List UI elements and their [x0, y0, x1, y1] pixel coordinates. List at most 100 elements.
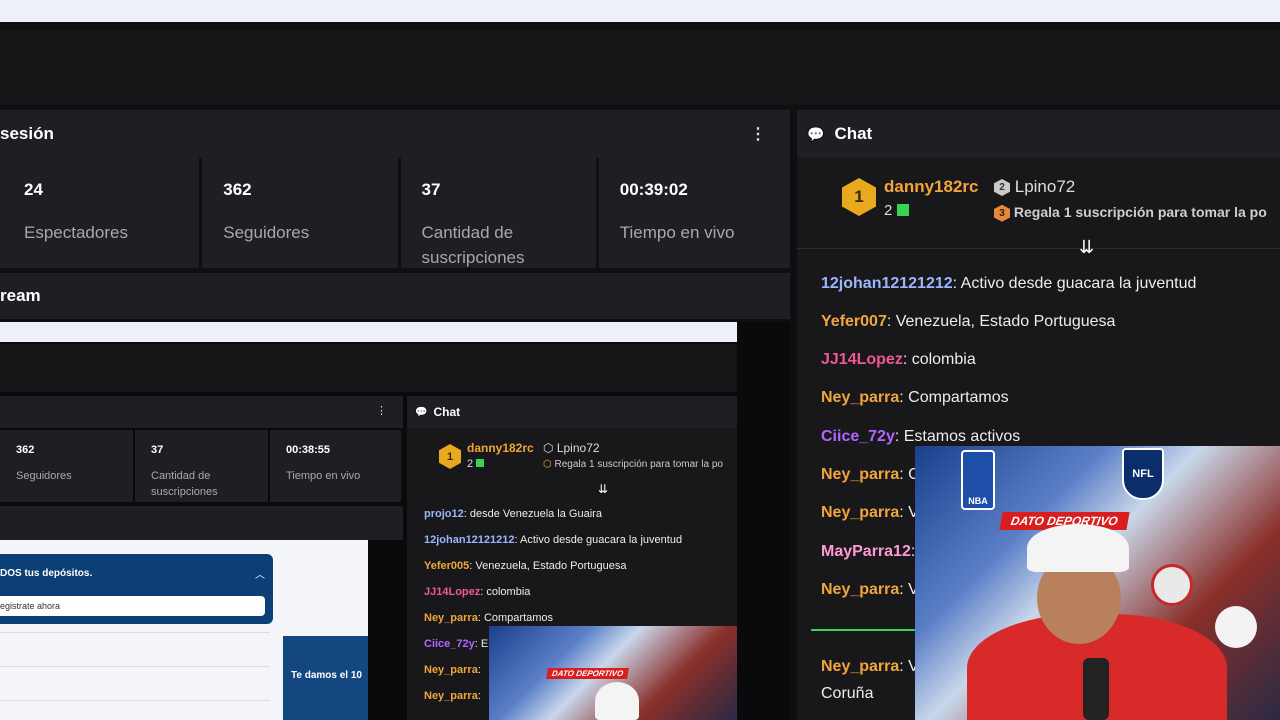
chat-username[interactable]: Ney_parra [821, 581, 899, 598]
stat-live-time: 00:39:02 Tiempo en vivo [598, 158, 791, 268]
nba-logo: NBA [961, 450, 995, 510]
chat-message: Ciice_72y: Estamos activos [821, 428, 1020, 446]
stats-row: 24 Espectadores 362 Seguidores 37 Cantid… [0, 158, 791, 268]
chat-text: : Activo desde guacara la juventud [952, 275, 1197, 292]
leader-third-text: Regala 1 suscripción para tomar la po [1013, 204, 1267, 220]
nested-leader-second: ⬡ Lpino72 [543, 441, 600, 455]
chat-bubble-icon: 💬 [415, 406, 428, 418]
session-title: sesión [0, 124, 54, 143]
stat-value: 362 [223, 180, 252, 199]
rank-3-icon: ⬡ [543, 459, 552, 470]
stat-label: Espectadores [24, 223, 128, 242]
sub-gift-icon [896, 204, 909, 216]
nested-web-input: egistrate ahora [0, 596, 265, 616]
chat-message: Ney_parra: V [821, 581, 919, 599]
chat-username[interactable]: MayParra12 [821, 543, 911, 560]
rank-1-badge-icon: 1 [439, 444, 461, 469]
rank-3-badge-icon: 3 [994, 204, 1010, 222]
nested-leader-second-name: Lpino72 [556, 441, 600, 455]
nested-web-banner-text: DOS tus depósitos. [0, 568, 93, 579]
leader-first-count-value: 2 [884, 202, 893, 219]
chat-username[interactable]: 12johan12121212 [821, 275, 953, 292]
browser-top-strip [0, 0, 1280, 22]
nested-chat-message: JJ14Lopez: colombia [424, 586, 531, 598]
nested-stream-header [0, 506, 403, 540]
webcam-feed: NBA NFL DATO DEPORTIVO [915, 446, 1280, 720]
divider [0, 632, 270, 633]
rank-2-badge-icon: 2 [994, 179, 1010, 197]
nested-stats-row: 362 Seguidores 37 Cantidad de suscripcio… [0, 430, 403, 502]
chat-username[interactable]: JJ14Lopez [821, 351, 903, 368]
nested-stat: 00:38:55 Tiempo en vivo [270, 430, 401, 502]
nested-browser-strip [0, 322, 737, 342]
stat-label: Cantidad de suscripciones [421, 223, 525, 267]
chat-username[interactable]: Ney_parra [821, 466, 899, 483]
divider [797, 248, 1280, 249]
leader-first-name[interactable]: danny182rc [884, 177, 979, 197]
chat-header: 💬 Chat [797, 110, 1280, 158]
chat-username[interactable]: Ciice_72y [821, 428, 895, 445]
session-panel-header: sesión ⋮ [0, 110, 790, 158]
leader-third: 3 Regala 1 suscripción para tomar la po [994, 204, 1267, 222]
stat-label: Tiempo en vivo [619, 223, 735, 242]
nested-web-ad: Te damos el 10 [283, 636, 368, 720]
nested-kebab-icon: ⋮ [376, 405, 387, 417]
stat-subscriptions: 37 Cantidad de suscripciones [400, 158, 596, 268]
chat-bubble-icon: 💬 [807, 125, 825, 142]
nested-stat-value: 362 [16, 444, 35, 456]
chat-text: : colombia [902, 351, 976, 368]
nested-stat-value: 00:38:55 [286, 444, 331, 456]
nested-chat-message: Ney_parra: [424, 664, 481, 676]
chat-text: : Estamos activos [894, 428, 1021, 445]
top-bar [0, 30, 1280, 105]
stat-label: Seguidores [223, 223, 310, 242]
nested-chat-message: projo12: desde Venezuela la Guaira [424, 508, 602, 520]
new-messages-divider [811, 629, 921, 631]
kebab-icon[interactable]: ⋮ [750, 124, 766, 144]
cap-display [1215, 606, 1257, 648]
chevron-up-icon: ︿ [255, 570, 265, 581]
stat-value: 37 [421, 180, 441, 199]
nested-stat-label: Seguidores [16, 470, 72, 482]
nested-chat-header: 💬 Chat [407, 396, 737, 428]
chat-username[interactable]: Ney_parra [821, 504, 899, 521]
nested-leader-count: 2 [467, 458, 485, 470]
nested-top-bar [0, 344, 737, 392]
divider [0, 666, 270, 667]
nfl-logo: NFL [1122, 448, 1164, 500]
nested-leader-count-value: 2 [467, 458, 474, 470]
nested-leader-third: ⬡ Regala 1 suscripción para tomar la po [543, 459, 723, 470]
ball-display [1151, 564, 1193, 606]
nested-chat-message: 12johan12121212: Activo desde guacara la… [424, 534, 683, 546]
chat-username[interactable]: Ney_parra [821, 389, 899, 406]
nested-chat-message: Ney_parra: Compartamos [424, 612, 554, 624]
leader-second: 2 Lpino72 [994, 177, 1075, 197]
leader-second-name[interactable]: Lpino72 [1015, 177, 1076, 196]
chat-message: JJ14Lopez: colombia [821, 351, 976, 369]
nested-stat-label: Cantidad de suscripciones [151, 470, 218, 498]
chat-username[interactable]: Yefer007 [821, 313, 887, 330]
cap [595, 682, 639, 720]
chat-message: Ney_parra: V [821, 504, 919, 522]
stat-followers: 362 Seguidores [202, 158, 398, 268]
sub-gift-icon [476, 459, 485, 467]
scroll-down-icon[interactable]: ⇊ [1079, 237, 1094, 258]
nested-chat-message: Ney_parra: [424, 690, 481, 702]
chat-message: Yefer007: Venezuela, Estado Portuguesa [821, 313, 1115, 331]
chat-message: Ney_parra: V [821, 658, 919, 676]
leader-first-count: 2 [884, 202, 909, 219]
stat-value: 00:39:02 [619, 180, 688, 199]
chat-text: : Compartamos [899, 389, 1009, 406]
nested-chat-message: Yefer005: Venezuela, Estado Portuguesa [424, 560, 627, 572]
chat-username[interactable]: Ney_parra [821, 658, 899, 675]
microphone [1083, 658, 1109, 720]
nested-chat-message: Ciice_72y: E [424, 638, 489, 650]
nested-stat: 362 Seguidores [0, 430, 133, 502]
nested-leader-third-text: Regala 1 suscripción para tomar la po [554, 459, 723, 470]
nested-stat-label: Tiempo en vivo [286, 470, 361, 482]
nested-chat-title: Chat [433, 405, 461, 419]
nested-leader-first: danny182rc [467, 441, 534, 455]
scroll-down-icon[interactable]: ⇊ [598, 482, 608, 496]
nested-webcam-feed: DATO DEPORTIVO [489, 626, 737, 720]
nested-stat: 37 Cantidad de suscripciones [135, 430, 268, 502]
